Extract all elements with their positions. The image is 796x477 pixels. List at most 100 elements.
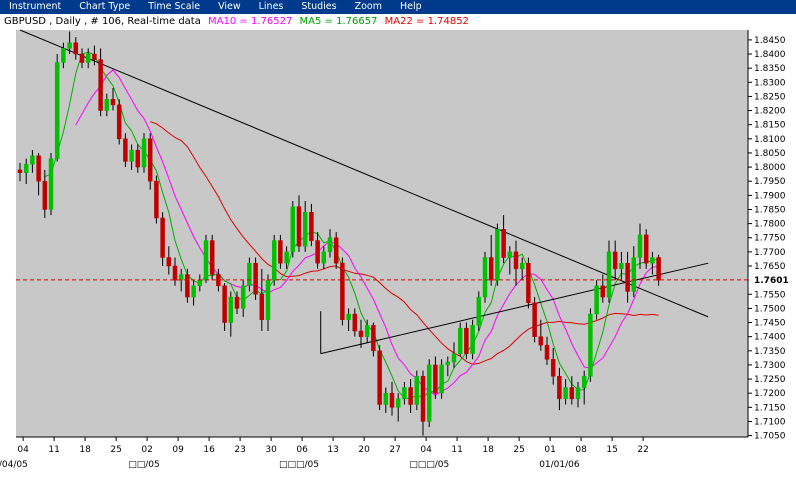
candle-body xyxy=(85,53,91,63)
candle-body xyxy=(36,155,41,182)
candle xyxy=(271,234,277,286)
candle-body xyxy=(209,240,215,275)
y-tick-label: 1.8150 xyxy=(754,121,786,131)
candle-body xyxy=(420,375,426,422)
menu-view[interactable]: View xyxy=(218,0,241,14)
candle xyxy=(203,234,209,283)
candle xyxy=(340,257,345,326)
candle-body xyxy=(315,240,320,264)
menu-instrument[interactable]: Instrument xyxy=(9,0,61,14)
candle-body xyxy=(333,237,339,264)
candle-body xyxy=(569,387,575,400)
candle-body xyxy=(538,336,544,346)
candle-body xyxy=(631,257,637,292)
candle-body xyxy=(73,42,79,55)
y-tick-label: 1.8450 xyxy=(754,36,786,46)
candle-body xyxy=(364,325,370,337)
candle-body xyxy=(389,392,395,408)
y-tick-label: 1.8250 xyxy=(754,92,786,102)
x-tick-label: 08 xyxy=(575,445,587,455)
candle xyxy=(594,280,599,320)
x-tick-label: 02 xyxy=(141,445,152,455)
candle-body xyxy=(79,53,85,63)
y-tick-label: 1.8050 xyxy=(754,149,786,159)
candle xyxy=(290,200,296,258)
y-tick-label: 1.7800 xyxy=(754,220,786,230)
candle-body xyxy=(110,98,116,106)
y-tick-label: 1.7400 xyxy=(754,333,786,343)
y-axis: 1.7050 1.7100 1.7150 1.7200 1.7250 1.7300 1.73… xyxy=(747,30,789,442)
candle-body xyxy=(240,285,246,309)
candle-body xyxy=(402,387,407,400)
candle xyxy=(333,232,339,269)
candle-body xyxy=(495,229,500,281)
candle-body xyxy=(371,325,376,352)
candle-body xyxy=(222,285,227,323)
y-tick-label: 1.7350 xyxy=(754,347,786,357)
candle xyxy=(154,175,159,224)
candle-body xyxy=(123,138,128,162)
candle-body xyxy=(147,138,153,182)
candle-body xyxy=(439,364,444,394)
candle-body xyxy=(550,359,556,377)
candle-body xyxy=(54,62,60,159)
menu-chart-type[interactable]: Chart Type xyxy=(79,0,130,14)
candle-body xyxy=(377,350,382,405)
menu-lines[interactable]: Lines xyxy=(259,0,284,14)
menu-help[interactable]: Help xyxy=(400,0,422,14)
y-tick-label: 1.7700 xyxy=(754,248,786,258)
candle xyxy=(253,257,258,300)
ma5-label: MA5 = 1.76657 xyxy=(300,16,378,27)
menu-studies[interactable]: Studies xyxy=(301,0,336,14)
menu-bar: Instrument Chart Type Time Scale View Li… xyxy=(0,0,796,14)
y-tick-label: 1.8400 xyxy=(754,50,786,60)
candle-body xyxy=(445,361,451,366)
candle-body xyxy=(321,251,327,264)
price-chart[interactable]: 1.7050 1.7100 1.7150 1.7200 1.7250 1.7300 1.73… xyxy=(0,14,796,477)
candle xyxy=(439,359,444,399)
candle-body xyxy=(141,138,147,168)
candle-body xyxy=(594,285,599,315)
candle-body xyxy=(302,212,308,247)
candle-body xyxy=(600,285,606,298)
candle xyxy=(209,234,215,281)
candle-body xyxy=(135,149,141,168)
candle-body xyxy=(650,257,655,264)
candle-body xyxy=(197,279,203,287)
month-label: 09/04/05 xyxy=(0,460,28,470)
x-tick-label: 22 xyxy=(637,445,648,455)
candle xyxy=(495,223,500,286)
candle-body xyxy=(116,104,122,140)
candle-body xyxy=(98,59,103,111)
ma10-label: MA10 = 1.76527 xyxy=(208,16,292,27)
chart-info-bar: GBPUSD , Daily , # 106, Real-time data M… xyxy=(4,16,469,27)
candle xyxy=(476,291,482,332)
candle-body xyxy=(327,237,333,253)
candle-body xyxy=(358,330,364,337)
candle-body xyxy=(234,296,240,309)
candle-body xyxy=(612,251,618,270)
candle-body xyxy=(191,285,196,298)
y-tick-label: 1.7100 xyxy=(754,417,786,427)
candle-body xyxy=(414,375,420,405)
menu-zoom[interactable]: Zoom xyxy=(355,0,382,14)
candle-body xyxy=(476,296,482,326)
x-tick-label: 23 xyxy=(234,445,245,455)
x-tick-label: 06 xyxy=(296,445,308,455)
y-tick-label: 1.7300 xyxy=(754,361,786,371)
candle-body xyxy=(42,180,48,210)
plot-area xyxy=(16,30,748,437)
candle-body xyxy=(557,375,562,400)
y-tick-label: 1.8000 xyxy=(754,163,786,173)
x-tick-label: 11 xyxy=(48,445,59,455)
y-tick-label: 1.7650 xyxy=(754,262,786,272)
month-label: □□□/05 xyxy=(279,460,319,470)
candle-body xyxy=(17,169,23,173)
x-tick-label: 04 xyxy=(420,445,432,455)
candle xyxy=(643,229,649,269)
candle xyxy=(116,99,122,145)
candle xyxy=(141,133,147,173)
candle-body xyxy=(408,387,413,405)
menu-time-scale[interactable]: Time Scale xyxy=(148,0,200,14)
x-tick-label: 27 xyxy=(389,445,400,455)
